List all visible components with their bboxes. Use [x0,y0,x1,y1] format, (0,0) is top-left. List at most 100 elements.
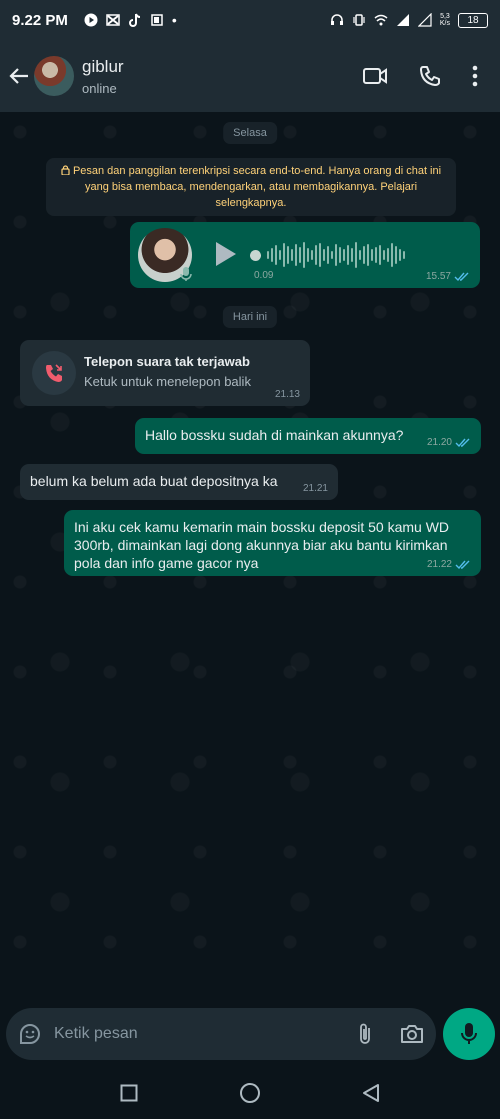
message-meta: 15.57 [426,271,470,282]
voice-record-button[interactable] [443,1008,495,1060]
waveform-bar [371,249,373,261]
message-bubble-outgoing[interactable]: Hallo bossku sudah di mainkan akunnya? 2… [135,418,481,454]
network-speed: 5,3 K/s [440,13,450,27]
more-notifications-dot: • [171,12,177,28]
waveform-bar [271,248,273,262]
message-text: Ini aku cek kamu kemarin main bossku dep… [74,519,450,571]
waveform-bar [399,249,401,261]
waveform-bar [311,250,313,260]
waveform-bar [283,243,285,267]
capcut-notification-icon [106,14,120,26]
contact-info[interactable]: giblur online [82,57,124,96]
play-icon[interactable] [214,240,238,268]
vibrate-icon [353,14,365,26]
sticker-icon[interactable] [18,1022,42,1046]
waveform-bar [347,245,349,265]
voice-note-bubble[interactable]: 0.09 15.57 [130,222,480,288]
battery-level: 18 [467,14,479,26]
waveform-bar [279,250,281,260]
voice-note-duration: 0.09 [254,270,274,281]
headset-icon [330,14,343,25]
voice-waveform[interactable] [250,240,405,270]
mic-icon [180,267,192,281]
message-bubble-outgoing[interactable]: Ini aku cek kamu kemarin main bossku dep… [64,510,481,576]
encryption-notice-text: Pesan dan panggilan terenkripsi secara e… [72,165,442,209]
recent-apps-icon[interactable] [120,1084,138,1102]
network-speed-value: 5,3 [440,13,450,20]
waveform-bar [331,251,333,259]
attach-icon[interactable] [358,1022,372,1046]
home-icon[interactable] [239,1082,261,1104]
message-composer [0,1002,500,1066]
read-ticks-icon [454,272,469,281]
waveform-bar [319,243,321,267]
wifi-icon [374,14,388,26]
waveform-bar [403,251,405,259]
waveform-bar [339,247,341,263]
missed-call-icon [46,364,62,382]
system-navigation-bar [0,1066,500,1119]
waveform-bar [315,245,317,265]
battery-indicator: 18 [458,12,488,28]
waveform-bar [351,248,353,262]
contact-avatar[interactable] [34,56,74,96]
waveform-bar [267,251,269,259]
status-bar: 9.22 PM • 5,3 K/s 18 [0,0,500,40]
waveform-bar [379,245,381,265]
missed-call-subtitle: Ketuk untuk menelepon balik [84,374,251,389]
waveform-bar [275,245,277,265]
status-time: 9.22 PM [12,11,68,29]
waveform-bar [395,246,397,264]
contact-status: online [82,80,117,96]
waveform-bar [327,246,329,264]
lock-icon [61,165,70,176]
composer-box[interactable] [6,1008,436,1060]
waveform-bar [299,247,301,263]
date-chip-yesterday: Selasa [223,122,277,144]
waveform-bar [307,248,309,262]
waveform-bar [375,247,377,263]
tiktok-notification-icon [128,13,140,27]
voice-call-icon[interactable] [418,64,442,88]
signal-2-icon [417,13,432,27]
waveform-bar [291,249,293,261]
message-time: 21.20 [426,437,452,448]
message-input[interactable] [54,1025,314,1043]
date-chip-today: Hari ini [222,306,278,328]
waveform-bar [303,242,305,268]
message-meta: 21.22 [427,559,471,570]
read-ticks-icon [455,560,470,569]
missed-call-bubble[interactable]: Telepon suara tak terjawab Ketuk untuk m… [20,340,310,406]
camera-icon[interactable] [400,1023,424,1045]
waveform-bar [387,248,389,262]
message-time: 21.21 [302,483,328,494]
missed-call-title: Telepon suara tak terjawab [84,354,250,369]
read-ticks-icon [455,438,470,447]
waveform-bar [367,244,369,266]
message-text: belum ka belum ada buat depositnya ka [30,473,278,489]
message-time: 15.57 [425,271,451,282]
message-meta: 21.20 [427,437,471,448]
back-nav-icon[interactable] [362,1083,380,1103]
message-time: 21.22 [426,559,452,570]
contact-name: giblur [82,56,124,76]
message-time: 21.13 [274,389,300,400]
waveform-bar [359,250,361,260]
chat-header: giblur online [0,40,500,112]
chat-area[interactable]: Selasa Pesan dan panggilan terenkripsi s… [0,112,500,1002]
waveform-bar [355,242,357,268]
more-options-icon[interactable] [472,65,478,87]
waveform-bar [363,246,365,264]
message-bubble-incoming[interactable]: belum ka belum ada buat depositnya ka 21… [20,464,338,500]
waveform-bar [391,243,393,267]
waveform-bar [295,244,297,266]
message-meta: 21.13 [275,389,300,400]
message-meta: 21.21 [303,483,328,494]
waveform-bar [323,249,325,261]
waveform-scrubber[interactable] [250,249,261,261]
video-call-icon[interactable] [362,65,388,87]
encryption-notice[interactable]: Pesan dan panggilan terenkripsi secara e… [46,158,456,216]
network-speed-unit: K/s [439,20,450,27]
missed-call-icon-wrap [32,351,76,395]
back-arrow-icon[interactable] [8,65,30,87]
